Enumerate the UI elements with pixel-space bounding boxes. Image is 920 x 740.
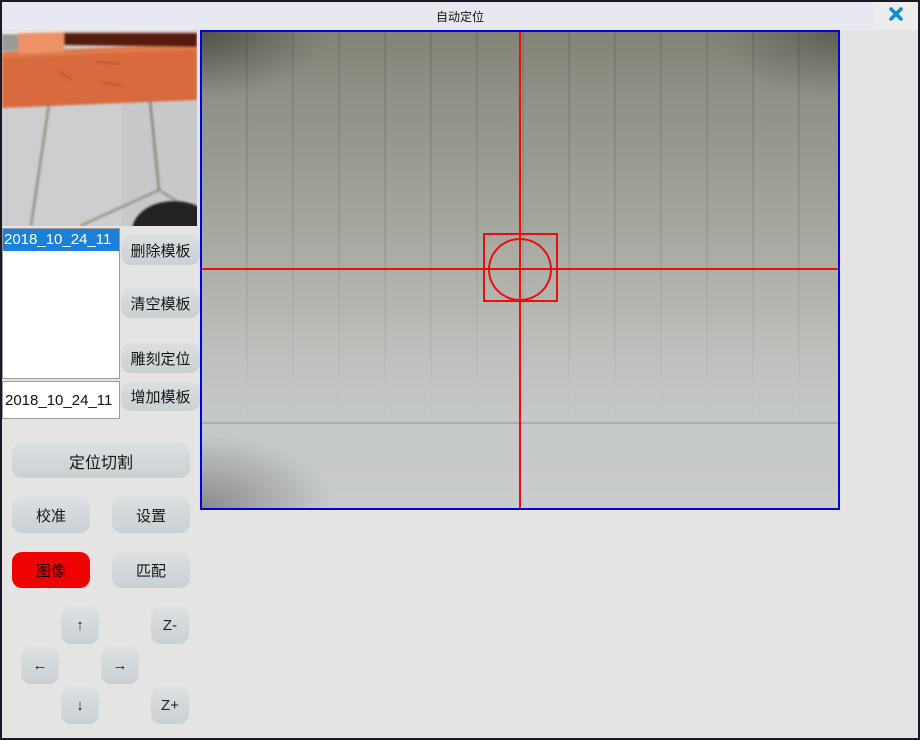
match-button[interactable]: 匹配 <box>112 552 190 588</box>
jog-up-button[interactable]: ↑ <box>61 607 99 644</box>
add-template-button[interactable]: 增加模板 <box>121 381 200 411</box>
camera-snapshot-thumbnail-image <box>2 213 197 226</box>
clear-templates-button[interactable]: 清空模板 <box>121 288 200 318</box>
jog-right-button[interactable]: → <box>101 647 139 684</box>
template-list-item[interactable]: 2018_10_24_11 <box>3 229 119 251</box>
jog-down-button[interactable]: ↓ <box>61 687 99 724</box>
jog-z-minus-button[interactable]: Z- <box>151 607 189 644</box>
template-match-circle <box>488 238 552 301</box>
template-name-field[interactable]: 2018_10_24_11 <box>2 381 120 419</box>
jog-left-button[interactable]: ← <box>21 647 59 684</box>
close-x-icon <box>888 6 904 27</box>
delete-template-button[interactable]: 删除模板 <box>121 235 200 265</box>
jog-z-plus-button[interactable]: Z+ <box>151 687 189 724</box>
template-list[interactable]: 2018_10_24_11 <box>2 228 120 379</box>
calibrate-button[interactable]: 校准 <box>12 497 90 533</box>
titlebar: 自动定位 <box>2 2 918 30</box>
engrave-position-button[interactable]: 雕刻定位 <box>121 343 200 373</box>
template-thumbnail <box>2 30 197 226</box>
dialog-title: 自动定位 <box>2 2 918 30</box>
camera-view <box>200 30 840 510</box>
close-button[interactable] <box>874 2 918 30</box>
auto-position-dialog: 自动定位 <box>0 0 920 740</box>
settings-button[interactable]: 设置 <box>112 497 190 533</box>
position-cut-button[interactable]: 定位切割 <box>12 443 190 478</box>
image-button[interactable]: 图像 <box>12 552 90 588</box>
